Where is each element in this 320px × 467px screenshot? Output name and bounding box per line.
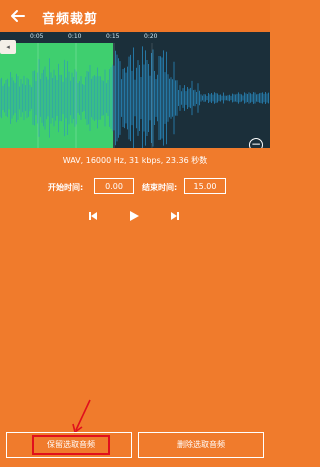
keep-selection-button[interactable]: 保留选取音频 [6,432,132,458]
start-time-label: 开始时间: [48,183,84,192]
zoom-out-icon[interactable]: − [249,138,263,148]
page-title: 音频裁剪 [42,12,99,27]
timeline-ruler: 0:05 0:10 0:15 0:20 [0,32,270,43]
waveform-bars [0,46,269,148]
tick-label: 0:20 [144,33,158,40]
waveform-view[interactable]: 0:05 0:10 0:15 0:20 ◂ ◂|||▸ − + [0,32,270,148]
red-arrow-annotation [72,399,91,434]
start-marker-handle[interactable]: ◂ [0,40,16,54]
play-icon[interactable] [127,209,141,223]
audio-info: WAV, 16000 Hz, 31 kbps, 23.36 秒数 [62,156,208,165]
keep-selection-label: 保留选取音频 [32,435,110,455]
tick-label: 0:15 [106,33,120,40]
tick-label: 0:05 [30,33,44,40]
top-bar: 音频裁剪 [0,0,270,32]
skip-previous-icon[interactable] [86,209,100,223]
delete-selection-button[interactable]: 删除选取音频 [138,432,264,458]
skip-next-icon[interactable] [168,209,182,223]
arrow-left-icon[interactable] [8,6,28,26]
waveform-graph [0,43,269,148]
end-time-label: 结束时间: [142,183,178,192]
tick-label: 0:10 [68,33,82,40]
start-time-input[interactable] [94,178,134,194]
end-time-input[interactable] [184,178,226,194]
